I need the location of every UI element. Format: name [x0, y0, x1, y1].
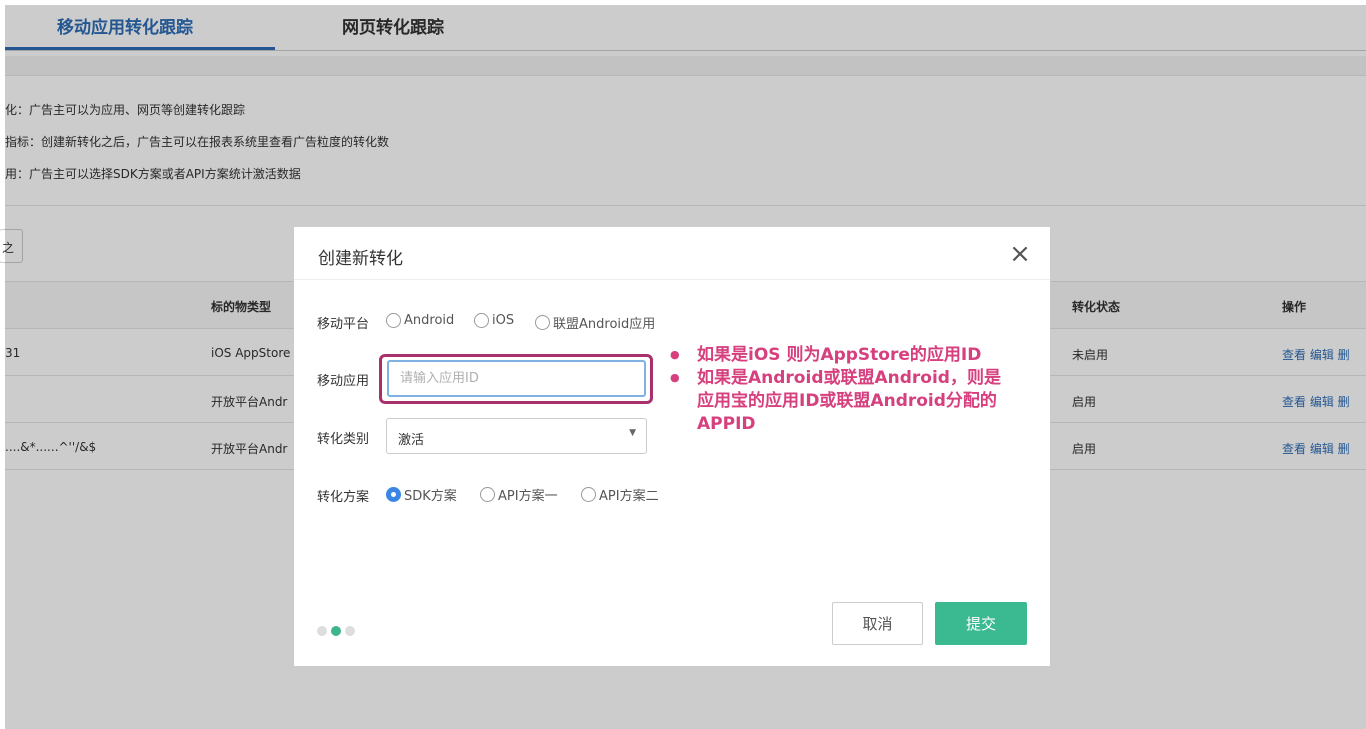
annotation-item-ios: 如果是iOS 则为AppStore的应用ID	[670, 343, 1001, 367]
dialog-title: 创建新转化	[318, 249, 403, 269]
platform-radio-ios[interactable]: iOS	[474, 313, 514, 328]
radio-circle	[581, 487, 596, 502]
radio-label: API方案一	[498, 489, 558, 504]
annotation-item-android: 如果是Android或联盟Android，则是 应用宝的应用ID或联盟Andro…	[670, 366, 1001, 436]
plan-radio-api1[interactable]: API方案一	[480, 485, 558, 504]
platform-radio-android[interactable]: Android	[386, 313, 454, 328]
plan-radio-api2[interactable]: API方案二	[581, 485, 659, 504]
radio-circle	[386, 313, 401, 328]
cancel-button[interactable]: 取消	[832, 602, 923, 645]
radio-circle-checked	[386, 487, 401, 502]
annotation-text: 如果是Android或联盟Android，则是	[697, 368, 1001, 388]
radio-label: iOS	[492, 313, 515, 328]
step-pager	[317, 626, 355, 636]
radio-label: 联盟Android应用	[553, 317, 656, 332]
app-label: 移动应用	[317, 374, 370, 389]
radio-label: API方案二	[599, 489, 659, 504]
platform-label: 移动平台	[317, 317, 370, 332]
radio-circle	[474, 313, 489, 328]
pager-dot-active	[331, 626, 341, 636]
close-icon[interactable]: ×	[1007, 241, 1033, 267]
chevron-down-icon: ▼	[629, 428, 636, 438]
app-id-input[interactable]	[387, 360, 646, 397]
annotation-text: 应用宝的应用ID或联盟Android分配的	[697, 391, 997, 411]
radio-circle	[535, 315, 550, 330]
annotation-text: APPID	[697, 414, 756, 434]
radio-label: Android	[404, 313, 455, 328]
category-selected-value: 激活	[398, 433, 425, 448]
radio-circle	[480, 487, 495, 502]
platform-radio-union-android[interactable]: 联盟Android应用	[535, 313, 655, 332]
category-label: 转化类别	[317, 432, 370, 447]
pager-dot	[317, 626, 327, 636]
plan-label: 转化方案	[317, 490, 370, 505]
plan-radio-sdk[interactable]: SDK方案	[386, 485, 457, 504]
radio-label: SDK方案	[404, 489, 457, 504]
create-conversion-dialog: 创建新转化 × 移动平台 Android iOS 联盟Android应用 移动应…	[294, 227, 1050, 666]
submit-button[interactable]: 提交	[935, 602, 1027, 645]
annotation-text: 如果是iOS 则为AppStore的应用ID	[697, 345, 982, 365]
category-select[interactable]: 激活 ▼	[386, 418, 647, 454]
annotation-note: 如果是iOS 则为AppStore的应用ID 如果是Android或联盟Andr…	[670, 343, 1001, 436]
pager-dot	[345, 626, 355, 636]
dialog-header: 创建新转化 ×	[294, 227, 1050, 280]
